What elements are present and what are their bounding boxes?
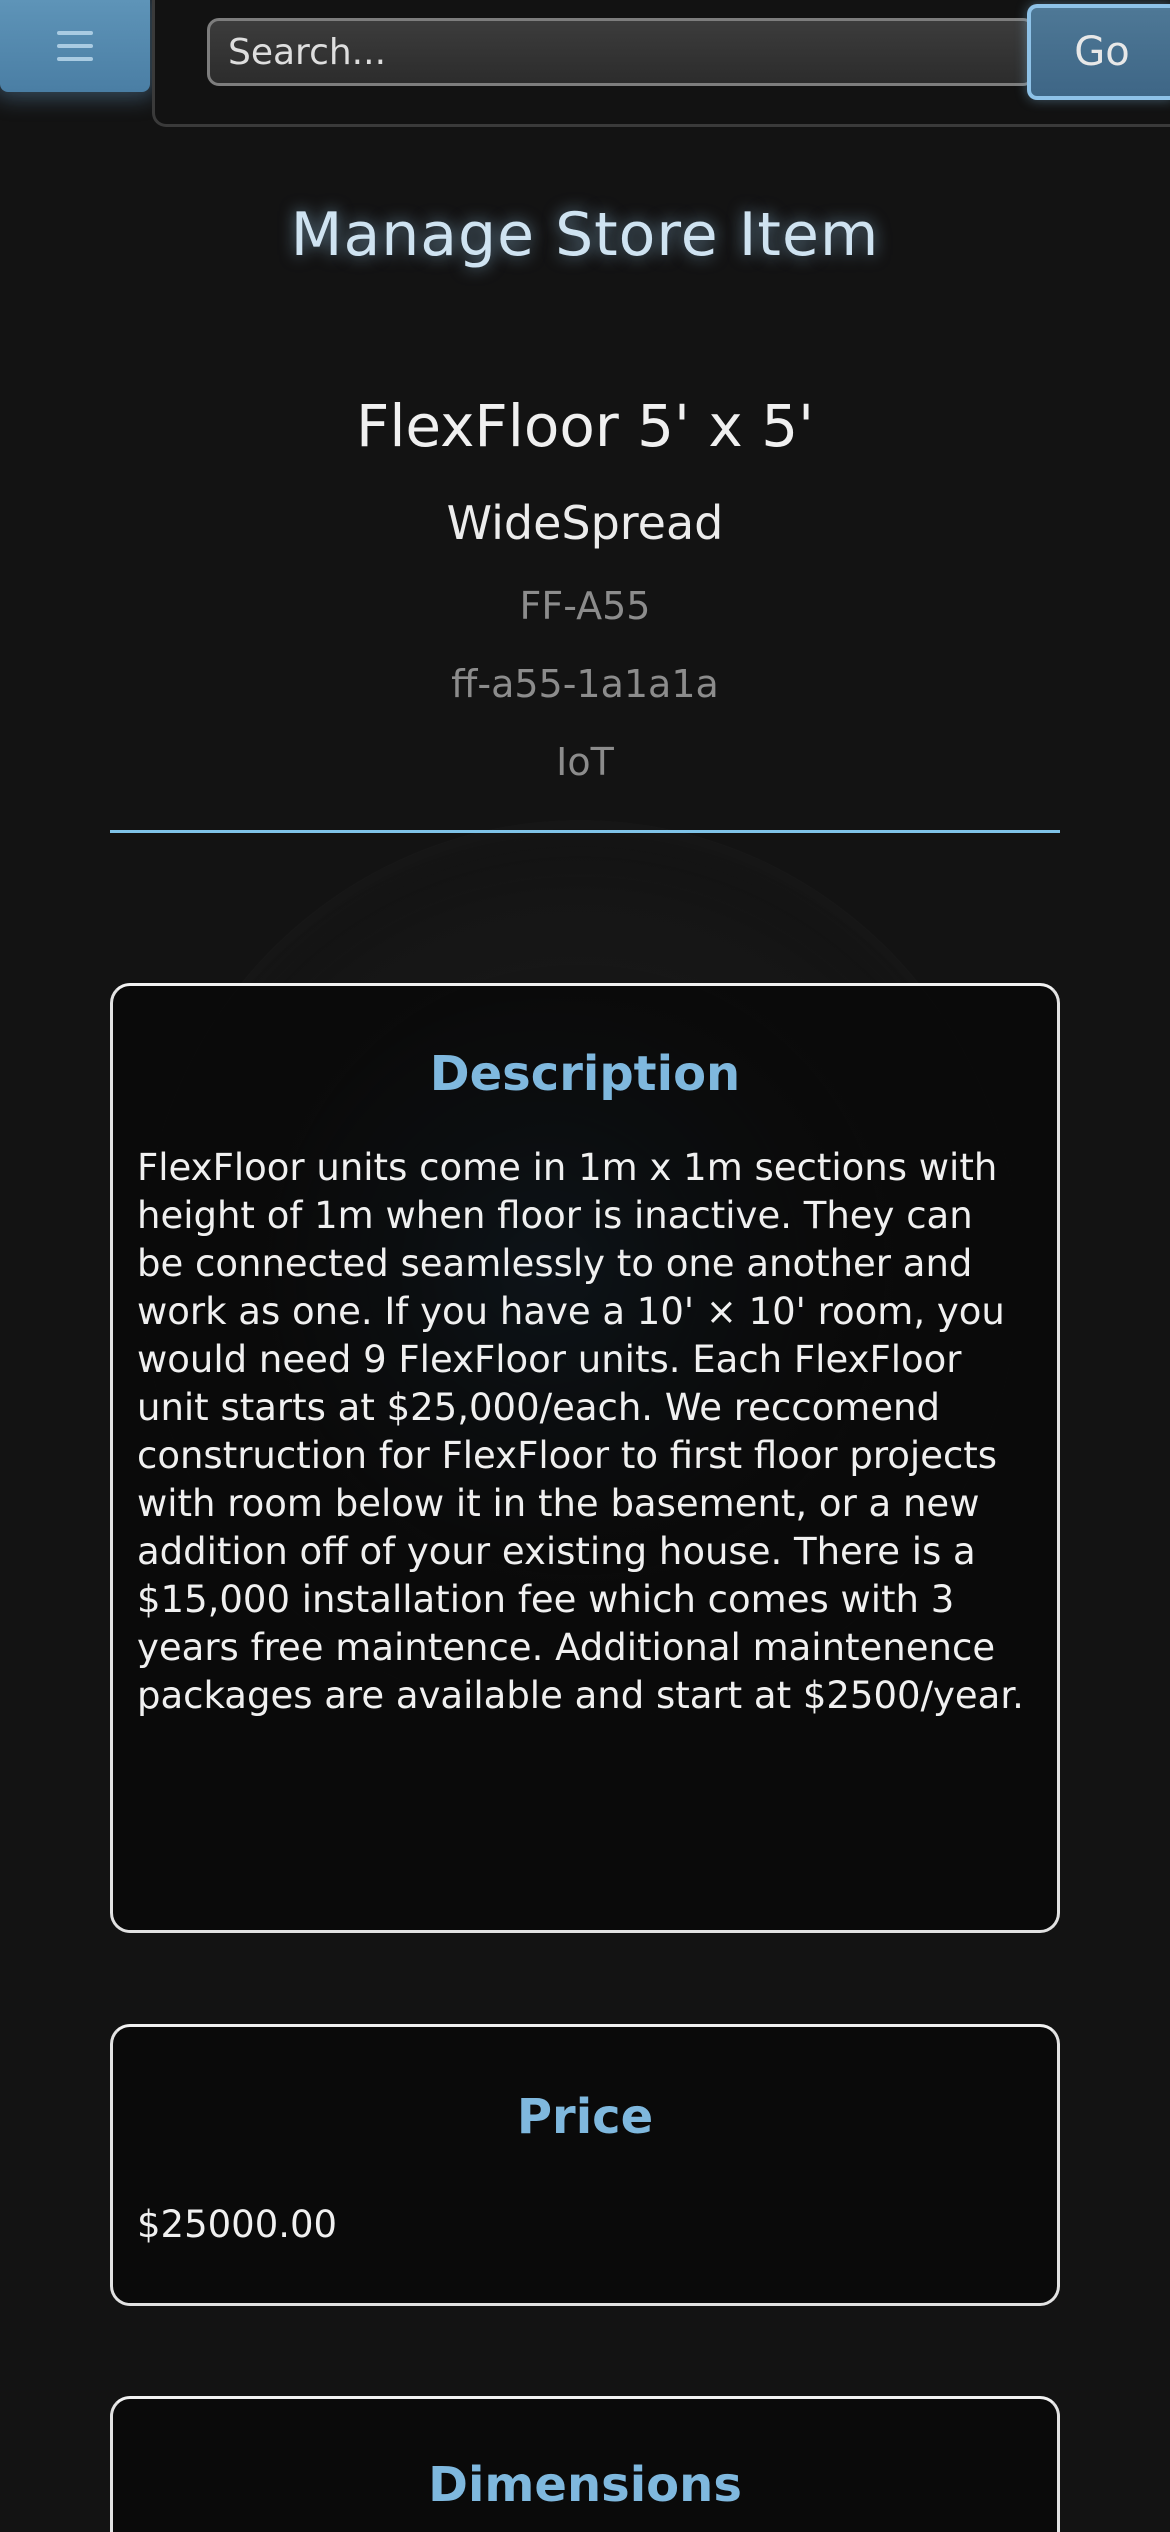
description-title: Description: [429, 1046, 741, 1102]
price-title: Price: [516, 2089, 654, 2145]
dimensions-title: Dimensions: [428, 2457, 742, 2513]
item-brand: WideSpread: [446, 496, 724, 550]
item-slug: ff-a55-1a1a1a: [451, 662, 719, 706]
page-title: Manage Store Item: [290, 200, 880, 270]
hamburger-menu-icon: [57, 31, 93, 61]
page: Go Manage Store Item FlexFloor 5' x 5' W…: [0, 0, 1170, 2532]
menu-button[interactable]: [0, 0, 150, 92]
search-input[interactable]: [207, 18, 1035, 86]
item-sku: FF-A55: [519, 584, 651, 628]
item-name: FlexFloor 5' x 5': [355, 392, 815, 460]
header-divider: [110, 830, 1060, 833]
description-text: FlexFloor units come in 1m x 1m sections…: [137, 1146, 1024, 1717]
price-card: Price $25000.00: [110, 2024, 1060, 2306]
price-value: $25000.00: [137, 2203, 338, 2246]
search-bar: Go: [152, 0, 1170, 127]
dimensions-card: Dimensions: [110, 2396, 1060, 2532]
go-button[interactable]: Go: [1027, 4, 1170, 100]
item-category: IoT: [556, 740, 614, 784]
description-card: Description FlexFloor units come in 1m x…: [110, 983, 1060, 1933]
